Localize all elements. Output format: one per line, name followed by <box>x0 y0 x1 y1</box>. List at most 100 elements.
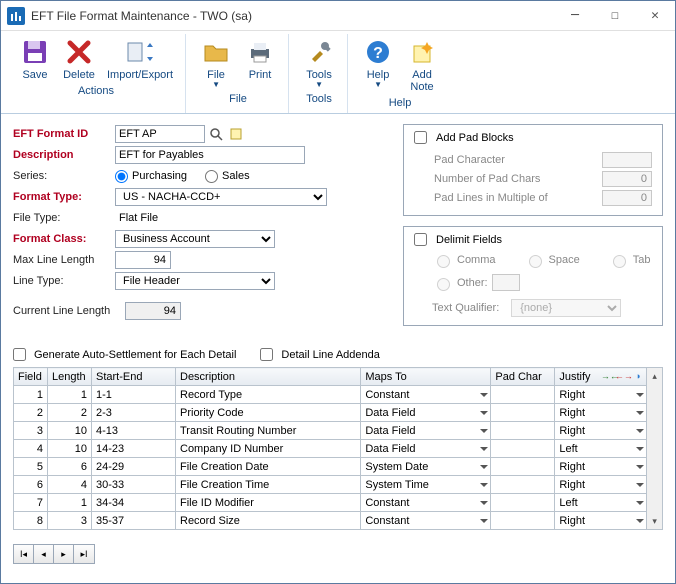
table-row[interactable]: 222-3Priority CodeData FieldRight <box>14 404 647 422</box>
cell-field[interactable]: 1 <box>14 386 48 404</box>
table-row[interactable]: 8335-37Record SizeConstantRight <box>14 512 647 530</box>
minimize-button[interactable]: ─ <box>555 1 595 31</box>
cell-pad-char[interactable] <box>491 404 555 422</box>
table-row[interactable]: 111-1Record TypeConstantRight <box>14 386 647 404</box>
cell-justify[interactable]: Right <box>555 476 647 494</box>
description-input[interactable] <box>115 146 305 164</box>
detail-line-addenda-checkbox[interactable]: Detail Line Addenda <box>260 348 379 361</box>
cell-start-end[interactable]: 4-13 <box>92 422 176 440</box>
format-type-select[interactable]: US - NACHA-CCD+ <box>115 188 327 206</box>
save-button[interactable]: Save <box>13 34 57 83</box>
import-export-button[interactable]: Import/Export <box>101 34 179 83</box>
table-row[interactable]: 3104-13Transit Routing NumberData Field R… <box>14 422 647 440</box>
col-field[interactable]: Field <box>14 368 48 386</box>
col-description[interactable]: Description <box>176 368 361 386</box>
col-justify[interactable]: Justify →← ←→ ◑ <box>555 368 647 386</box>
cell-pad-char[interactable] <box>491 440 555 458</box>
cell-description[interactable]: Transit Routing Number <box>176 422 361 440</box>
delete-button[interactable]: Delete <box>57 34 101 83</box>
cell-pad-char[interactable] <box>491 494 555 512</box>
cell-length[interactable]: 10 <box>48 422 92 440</box>
scroll-up-arrow[interactable]: ▴ <box>647 368 662 384</box>
table-row[interactable]: 41014-23Company ID NumberData FieldLeft <box>14 440 647 458</box>
cell-length[interactable]: 6 <box>48 458 92 476</box>
cell-maps-to[interactable]: Data Field <box>361 404 491 422</box>
add-pad-blocks-checkbox[interactable] <box>414 131 427 144</box>
cell-maps-to[interactable]: Data Field <box>361 440 491 458</box>
cell-justify[interactable]: Right <box>555 386 647 404</box>
cell-maps-to[interactable]: Constant <box>361 512 491 530</box>
grid-vertical-scrollbar[interactable]: ▴ ▾ <box>647 367 663 530</box>
add-note-button[interactable]: Add Note <box>400 34 444 95</box>
note-icon[interactable] <box>227 125 245 143</box>
cell-length[interactable]: 10 <box>48 440 92 458</box>
cell-maps-to[interactable]: Constant <box>361 494 491 512</box>
cell-maps-to[interactable]: Data Field <box>361 422 491 440</box>
cell-justify[interactable]: Left <box>555 440 647 458</box>
fields-grid[interactable]: Field Length Start-End Description Maps … <box>13 367 647 530</box>
maximize-button[interactable]: ☐ <box>595 1 635 31</box>
cell-description[interactable]: File ID Modifier <box>176 494 361 512</box>
cell-length[interactable]: 3 <box>48 512 92 530</box>
format-class-select[interactable]: Business Account <box>115 230 275 248</box>
file-menu-button[interactable]: File ▼ <box>194 34 238 91</box>
table-row[interactable]: 7134-34File ID ModifierConstant Left <box>14 494 647 512</box>
cell-start-end[interactable]: 34-34 <box>92 494 176 512</box>
series-sales-radio[interactable]: Sales <box>205 170 250 183</box>
cell-description[interactable]: File Creation Time <box>176 476 361 494</box>
line-type-select[interactable]: File Header <box>115 272 275 290</box>
cell-length[interactable]: 2 <box>48 404 92 422</box>
grid-header-tools[interactable]: →← ←→ ◑ <box>603 369 644 382</box>
cell-pad-char[interactable] <box>491 386 555 404</box>
cell-field[interactable]: 5 <box>14 458 48 476</box>
cell-justify[interactable]: Right <box>555 458 647 476</box>
print-button[interactable]: Print <box>238 34 282 91</box>
table-row[interactable]: 6430-33File Creation TimeSystem Time Righ… <box>14 476 647 494</box>
cell-justify[interactable]: Right <box>555 422 647 440</box>
cell-field[interactable]: 3 <box>14 422 48 440</box>
cell-field[interactable]: 7 <box>14 494 48 512</box>
table-row[interactable]: 5624-29File Creation DateSystem Date Righ… <box>14 458 647 476</box>
cell-maps-to[interactable]: System Date <box>361 458 491 476</box>
cell-description[interactable]: Priority Code <box>176 404 361 422</box>
cell-justify[interactable]: Right <box>555 404 647 422</box>
cell-start-end[interactable]: 2-3 <box>92 404 176 422</box>
cell-justify[interactable]: Left <box>555 494 647 512</box>
delimit-fields-checkbox[interactable] <box>414 233 427 246</box>
lookup-icon[interactable] <box>207 125 225 143</box>
cell-start-end[interactable]: 30-33 <box>92 476 176 494</box>
cell-field[interactable]: 8 <box>14 512 48 530</box>
col-maps-to[interactable]: Maps To <box>361 368 491 386</box>
cell-description[interactable]: File Creation Date <box>176 458 361 476</box>
nav-prev-button[interactable]: ◂ <box>34 545 54 563</box>
scroll-down-arrow[interactable]: ▾ <box>647 513 662 529</box>
nav-first-button[interactable]: I◂ <box>14 545 34 563</box>
cell-length[interactable]: 1 <box>48 494 92 512</box>
cell-maps-to[interactable]: System Time <box>361 476 491 494</box>
nav-next-button[interactable]: ▸ <box>54 545 74 563</box>
cell-field[interactable]: 6 <box>14 476 48 494</box>
cell-pad-char[interactable] <box>491 512 555 530</box>
cell-start-end[interactable]: 1-1 <box>92 386 176 404</box>
cell-length[interactable]: 4 <box>48 476 92 494</box>
help-menu-button[interactable]: ? Help ▼ <box>356 34 400 95</box>
series-purchasing-radio[interactable]: Purchasing <box>115 170 187 183</box>
cell-maps-to[interactable]: Constant <box>361 386 491 404</box>
max-line-length-input[interactable] <box>115 251 171 269</box>
cell-description[interactable]: Record Size <box>176 512 361 530</box>
cell-description[interactable]: Record Type <box>176 386 361 404</box>
col-length[interactable]: Length <box>48 368 92 386</box>
cell-start-end[interactable]: 24-29 <box>92 458 176 476</box>
cell-length[interactable]: 1 <box>48 386 92 404</box>
cell-pad-char[interactable] <box>491 476 555 494</box>
cell-start-end[interactable]: 14-23 <box>92 440 176 458</box>
cell-field[interactable]: 2 <box>14 404 48 422</box>
eft-format-id-input[interactable] <box>115 125 205 143</box>
nav-last-button[interactable]: ▸I <box>74 545 94 563</box>
col-start-end[interactable]: Start-End <box>92 368 176 386</box>
cell-description[interactable]: Company ID Number <box>176 440 361 458</box>
col-pad-char[interactable]: Pad Char <box>491 368 555 386</box>
gen-auto-settlement-checkbox[interactable]: Generate Auto-Settlement for Each Detail <box>13 348 236 361</box>
cell-justify[interactable]: Right <box>555 512 647 530</box>
tools-menu-button[interactable]: Tools ▼ <box>297 34 341 91</box>
